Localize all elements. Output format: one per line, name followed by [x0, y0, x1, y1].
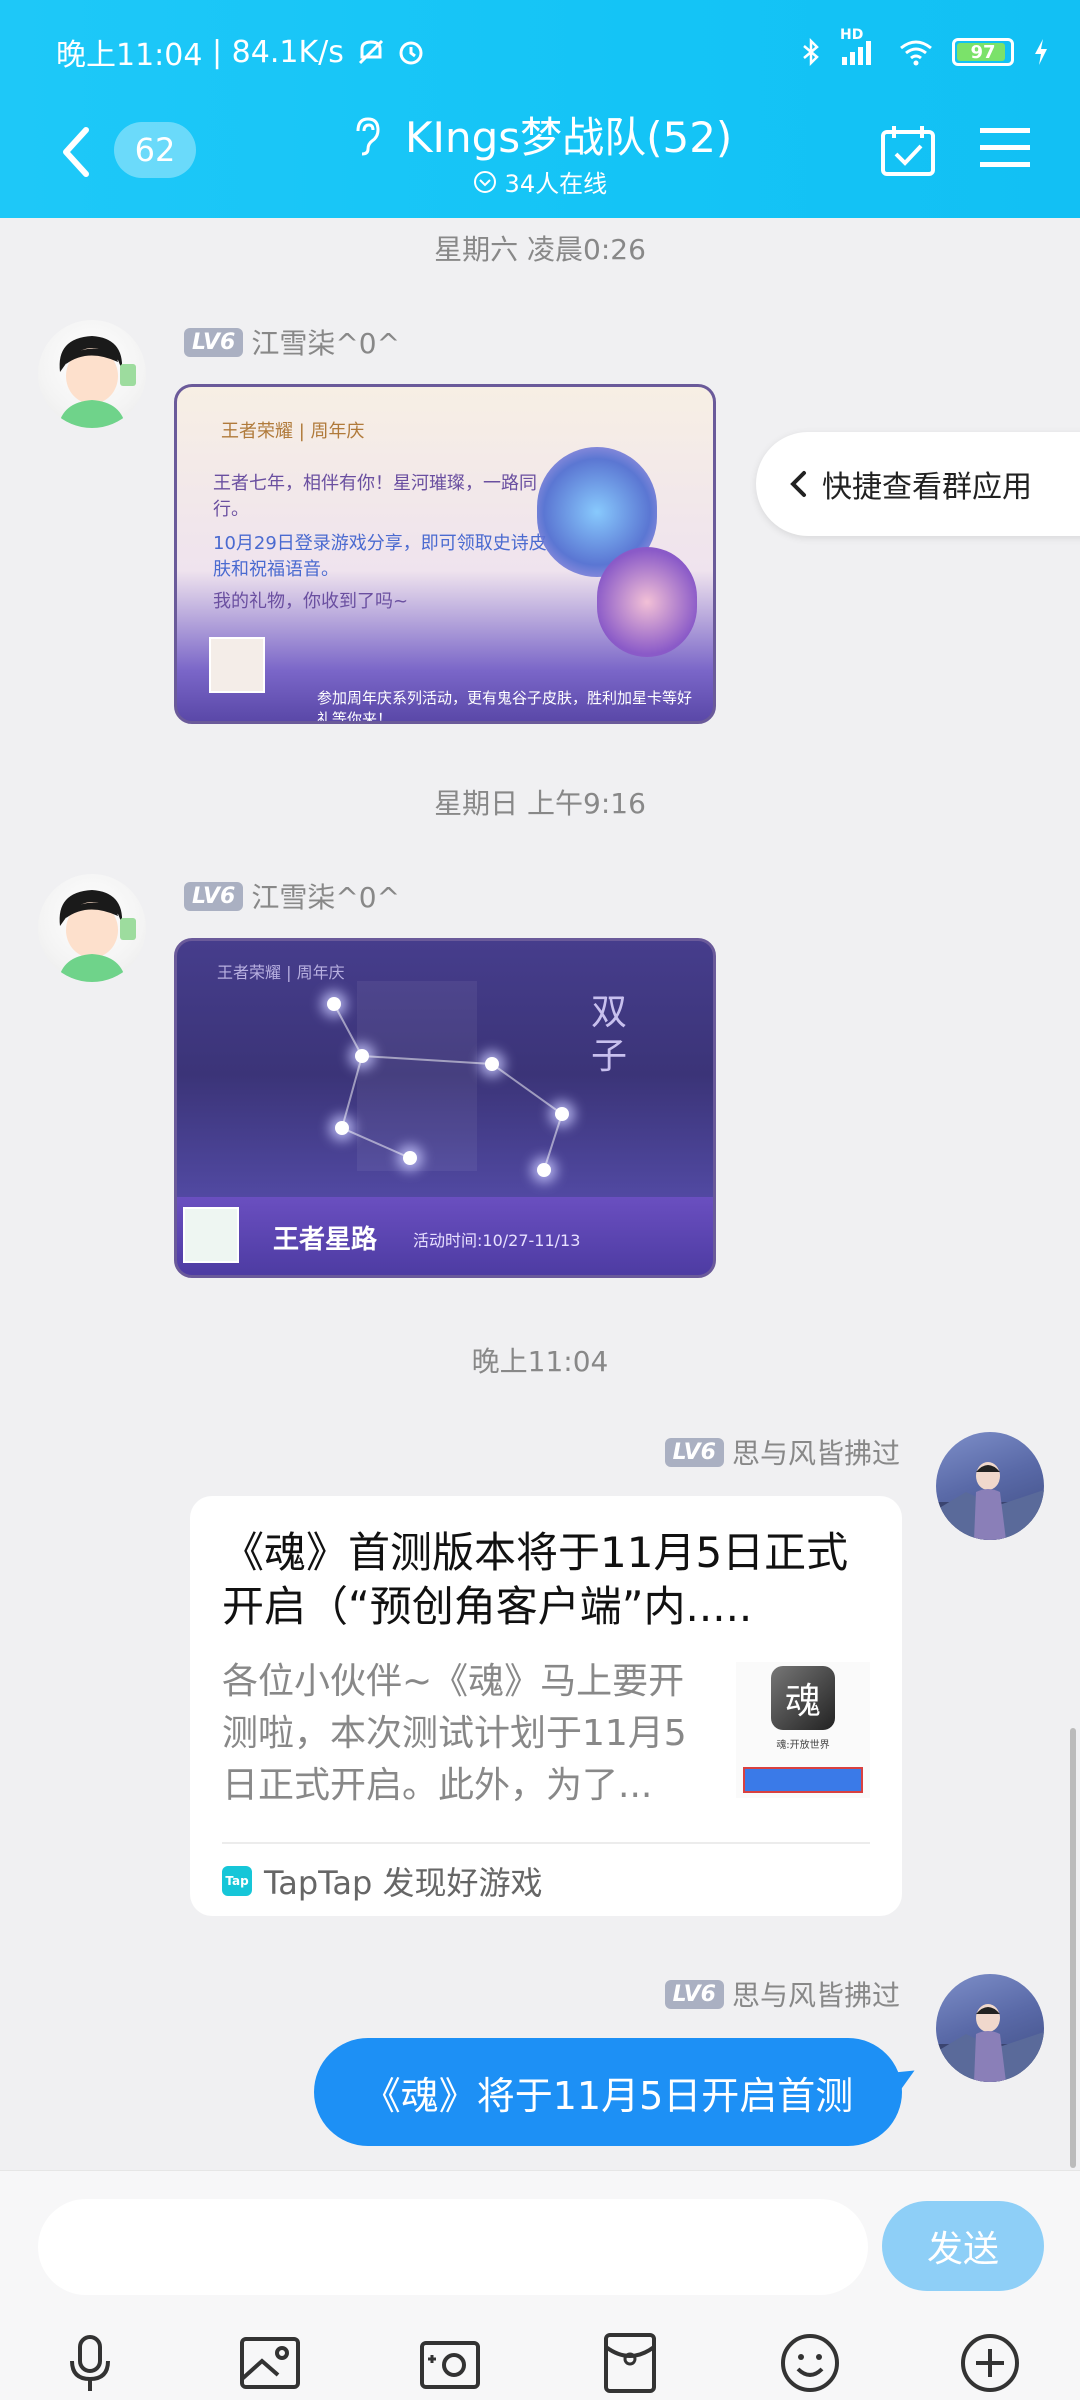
- level-badge: LV6: [184, 327, 244, 357]
- mute-icon: [356, 37, 386, 67]
- quick-group-apps-button[interactable]: 快捷查看群应用: [756, 432, 1080, 536]
- microphone-icon[interactable]: [58, 2331, 122, 2395]
- alarm-icon: [396, 37, 426, 67]
- card-description: 各位小伙伴~《魂》马上要开测啦，本次测试计划于11月5日正式开启。此外，为了..…: [222, 1661, 687, 1806]
- status-speed: 84.1K/s: [231, 34, 344, 70]
- image-message[interactable]: 王者荣耀 | 周年庆 王者七年，相伴有你！星河璀璨，一路同行。 10月29日登录…: [174, 384, 716, 724]
- image-text: 我的礼物，你收到了吗~: [213, 591, 409, 612]
- chevron-left-icon: [788, 469, 808, 499]
- banner-date: 活动时间:10/27-11/13: [413, 1231, 581, 1250]
- sender-info: LV6 江雪柒^0^: [184, 322, 400, 362]
- card-thumbnail: 魂 魂:开放世界: [736, 1662, 870, 1798]
- status-separator: |: [202, 34, 232, 70]
- level-badge: LV6: [664, 1437, 724, 1467]
- message-input[interactable]: [38, 2199, 868, 2295]
- thumb-button: [743, 1767, 863, 1793]
- sender-info: LV6 江雪柒^0^: [184, 876, 400, 916]
- message-text: 《魂》将于11月5日开启首测: [362, 2073, 854, 2118]
- app-icon: 魂: [771, 1666, 835, 1730]
- ear-icon: [348, 113, 384, 157]
- emoji-icon[interactable]: [778, 2331, 842, 2395]
- battery-percent: 97: [970, 41, 996, 63]
- red-packet-icon[interactable]: [598, 2331, 662, 2395]
- image-text: 王者七年，相伴有你！星河璀璨，一路同行。: [213, 473, 537, 520]
- signal-icon: HD: [840, 27, 880, 67]
- timestamp: 星期六 凌晨0:26: [434, 233, 646, 266]
- banner-title: 王者星路: [273, 1225, 378, 1255]
- input-bar: 发送: [0, 2170, 1080, 2400]
- sender-name[interactable]: 江雪柒^0^: [251, 876, 400, 916]
- sender-name[interactable]: 思与风皆拂过: [732, 1974, 900, 2014]
- status-time: 晚上11:04: [56, 38, 203, 73]
- plus-icon[interactable]: [958, 2331, 1022, 2395]
- decorative-emblem: [597, 547, 697, 657]
- card-source-label: TapTap 发现好游戏: [264, 1864, 543, 1902]
- avatar-thumbnail: [183, 1207, 239, 1263]
- level-badge: LV6: [184, 881, 244, 911]
- chevron-circle-icon: [473, 170, 497, 194]
- avatar[interactable]: [38, 320, 146, 428]
- quick-group-apps-label: 快捷查看群应用: [822, 470, 1032, 505]
- wifi-icon: [898, 37, 934, 67]
- text-message-bubble[interactable]: 《魂》将于11月5日开启首测: [314, 2038, 902, 2146]
- sender-name[interactable]: 江雪柒^0^: [251, 322, 400, 362]
- bluetooth-icon: [800, 37, 822, 67]
- online-count: 34人在线: [504, 170, 608, 198]
- image-text: 10月29日登录游戏分享，即可领取史诗皮肤和祝福语音。: [213, 533, 547, 580]
- scrollbar[interactable]: [1070, 1728, 1076, 2168]
- group-name: KIngs梦战队(52): [405, 113, 733, 162]
- camera-icon[interactable]: [418, 2331, 482, 2395]
- level-badge: LV6: [664, 1979, 724, 2009]
- battery-icon: 97: [952, 38, 1014, 66]
- image-footer-text: 参加周年庆系列活动，更有鬼谷子皮肤，胜利加星卡等好礼等你来！: [317, 689, 693, 724]
- zodiac-text: 双子: [591, 992, 628, 1077]
- card-source: Tap TapTap 发现好游戏: [222, 1842, 870, 1904]
- avatar[interactable]: [936, 1432, 1044, 1540]
- avatar[interactable]: [38, 874, 146, 982]
- sender-info: LV6 思与风皆拂过: [664, 1974, 900, 2014]
- image-logo-text: 王者荣耀 | 周年庆: [221, 421, 365, 442]
- avatar[interactable]: [936, 1974, 1044, 2082]
- timestamp: 晚上11:04: [471, 1345, 609, 1378]
- card-title: 《魂》首测版本将于11月5日正式开启（“预创角客户端”内.....: [222, 1528, 849, 1631]
- qr-thumbnail: [209, 637, 265, 693]
- link-card[interactable]: 《魂》首测版本将于11月5日正式开启（“预创角客户端”内..... 各位小伙伴~…: [190, 1496, 902, 1916]
- send-button[interactable]: 发送: [882, 2201, 1044, 2291]
- thumb-caption: 魂:开放世界: [776, 1740, 830, 1751]
- chat-header: 晚上11:04 | 84.1K/s HD 97 62 KIngs梦战队(52) …: [0, 0, 1080, 218]
- taptap-icon: Tap: [222, 1866, 252, 1896]
- image-message[interactable]: 王者荣耀 | 周年庆 双子 王者星路 活动时间:10/27-11/13: [174, 938, 716, 1278]
- menu-button[interactable]: [980, 126, 1030, 170]
- image-icon[interactable]: [238, 2331, 302, 2395]
- calendar-check-button[interactable]: [880, 124, 936, 178]
- timestamp: 星期日 上午9:16: [434, 787, 646, 820]
- charging-icon: [1032, 37, 1050, 67]
- sender-info: LV6 思与风皆拂过: [664, 1432, 900, 1472]
- sender-name[interactable]: 思与风皆拂过: [732, 1432, 900, 1472]
- status-bar: 晚上11:04 | 84.1K/s HD 97: [56, 27, 1050, 74]
